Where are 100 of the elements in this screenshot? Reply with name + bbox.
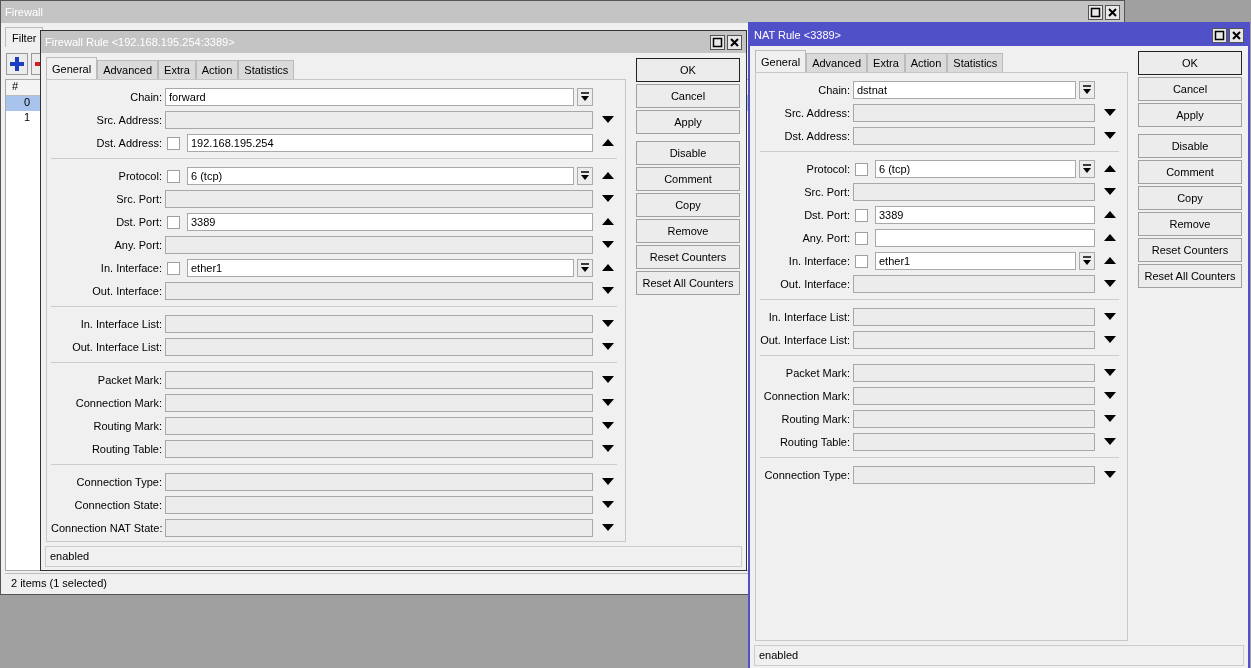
expand-icon[interactable] [602,501,614,509]
dialog-button[interactable]: Disable [636,141,740,165]
expand-icon[interactable] [602,422,614,430]
input-field[interactable] [853,127,1095,145]
input-field[interactable] [853,275,1095,293]
tab[interactable]: Action [195,60,239,79]
input-field[interactable] [853,364,1095,382]
expand-icon[interactable] [602,343,614,351]
expand-icon[interactable] [1104,438,1116,446]
collapse-icon[interactable] [602,218,614,226]
dialog-button[interactable]: Cancel [1138,77,1242,101]
input-field[interactable] [165,394,593,412]
expand-icon[interactable] [1104,415,1116,423]
tab[interactable]: Extra [867,53,905,72]
tab[interactable]: Extra [158,60,196,79]
input-field[interactable] [853,104,1095,122]
input-field[interactable]: 6 (tcp) [187,167,574,185]
dialog-button[interactable]: Apply [636,110,740,134]
input-field[interactable]: 192.168.195.254 [187,134,593,152]
tab[interactable]: Statistics [947,53,1004,72]
expand-icon[interactable] [602,241,614,249]
input-field[interactable]: 3389 [875,206,1095,224]
input-field[interactable]: 3389 [187,213,593,231]
input-field[interactable] [165,519,593,537]
dialog-button[interactable]: Reset Counters [636,245,740,269]
input-field[interactable] [853,331,1095,349]
dialog-button[interactable]: Reset Counters [1138,238,1242,262]
tab[interactable]: Statistics [238,60,295,79]
dialog-button[interactable]: OK [1138,51,1242,75]
expand-icon[interactable] [602,287,614,295]
tab[interactable]: Advanced [806,53,868,72]
maximize-icon[interactable] [1212,27,1227,43]
input-field[interactable] [165,111,593,129]
expand-icon[interactable] [1104,280,1116,288]
collapse-icon[interactable] [1104,211,1116,219]
input-field[interactable] [853,183,1095,201]
dialog-button[interactable]: Copy [636,193,740,217]
expand-icon[interactable] [1104,132,1116,140]
checkbox[interactable] [855,162,868,176]
dialog-button[interactable]: Copy [1138,186,1242,210]
input-field[interactable] [165,417,593,435]
dialog-button[interactable]: OK [636,58,740,82]
input-field[interactable]: ether1 [875,252,1076,270]
expand-icon[interactable] [602,478,614,486]
dropdown-icon[interactable] [1079,252,1095,270]
input-field[interactable] [165,371,593,389]
collapse-icon[interactable] [602,264,614,272]
dialog-button[interactable]: Disable [1138,134,1242,158]
dialog-button[interactable]: Reset All Counters [636,271,740,295]
input-field[interactable]: ether1 [187,259,574,277]
input-field[interactable] [853,466,1095,484]
tab[interactable]: Filter [5,27,44,47]
dialog-button[interactable]: Reset All Counters [1138,264,1242,288]
dropdown-icon[interactable] [1079,160,1095,178]
input-field[interactable] [853,410,1095,428]
expand-icon[interactable] [1104,471,1116,479]
expand-icon[interactable] [602,524,614,532]
checkbox[interactable] [167,215,180,229]
input-field[interactable] [853,433,1095,451]
collapse-icon[interactable] [1104,165,1116,173]
input-field[interactable] [165,190,593,208]
input-field[interactable] [165,315,593,333]
input-field[interactable] [165,282,593,300]
dialog-button[interactable]: Comment [636,167,740,191]
dialog-button[interactable]: Apply [1138,103,1242,127]
tab[interactable]: Action [904,53,948,72]
dropdown-icon[interactable] [577,88,593,106]
input-field[interactable] [165,496,593,514]
expand-icon[interactable] [1104,369,1116,377]
input-field[interactable] [165,440,593,458]
input-field[interactable] [853,387,1095,405]
input-field[interactable] [853,308,1095,326]
expand-icon[interactable] [1104,392,1116,400]
add-icon[interactable] [6,53,28,75]
dialog-button[interactable]: Remove [636,219,740,243]
expand-icon[interactable] [1104,109,1116,117]
expand-icon[interactable] [602,399,614,407]
checkbox[interactable] [855,231,868,245]
dropdown-icon[interactable] [577,167,593,185]
input-field[interactable] [875,229,1095,247]
select-field[interactable]: forward [165,88,574,106]
checkbox[interactable] [855,208,868,222]
dialog-button[interactable]: Remove [1138,212,1242,236]
expand-icon[interactable] [602,445,614,453]
collapse-icon[interactable] [1104,257,1116,265]
expand-icon[interactable] [602,376,614,384]
input-field[interactable] [165,338,593,356]
checkbox[interactable] [167,169,180,183]
tab[interactable]: Advanced [97,60,159,79]
collapse-icon[interactable] [602,172,614,180]
checkbox[interactable] [167,136,180,150]
collapse-icon[interactable] [602,139,614,147]
tab[interactable]: General [46,57,98,79]
expand-icon[interactable] [602,195,614,203]
input-field[interactable] [165,236,593,254]
tab[interactable]: General [755,50,807,72]
expand-icon[interactable] [1104,313,1116,321]
checkbox[interactable] [855,254,868,268]
input-field[interactable] [165,473,593,491]
close-icon[interactable] [1229,27,1244,43]
